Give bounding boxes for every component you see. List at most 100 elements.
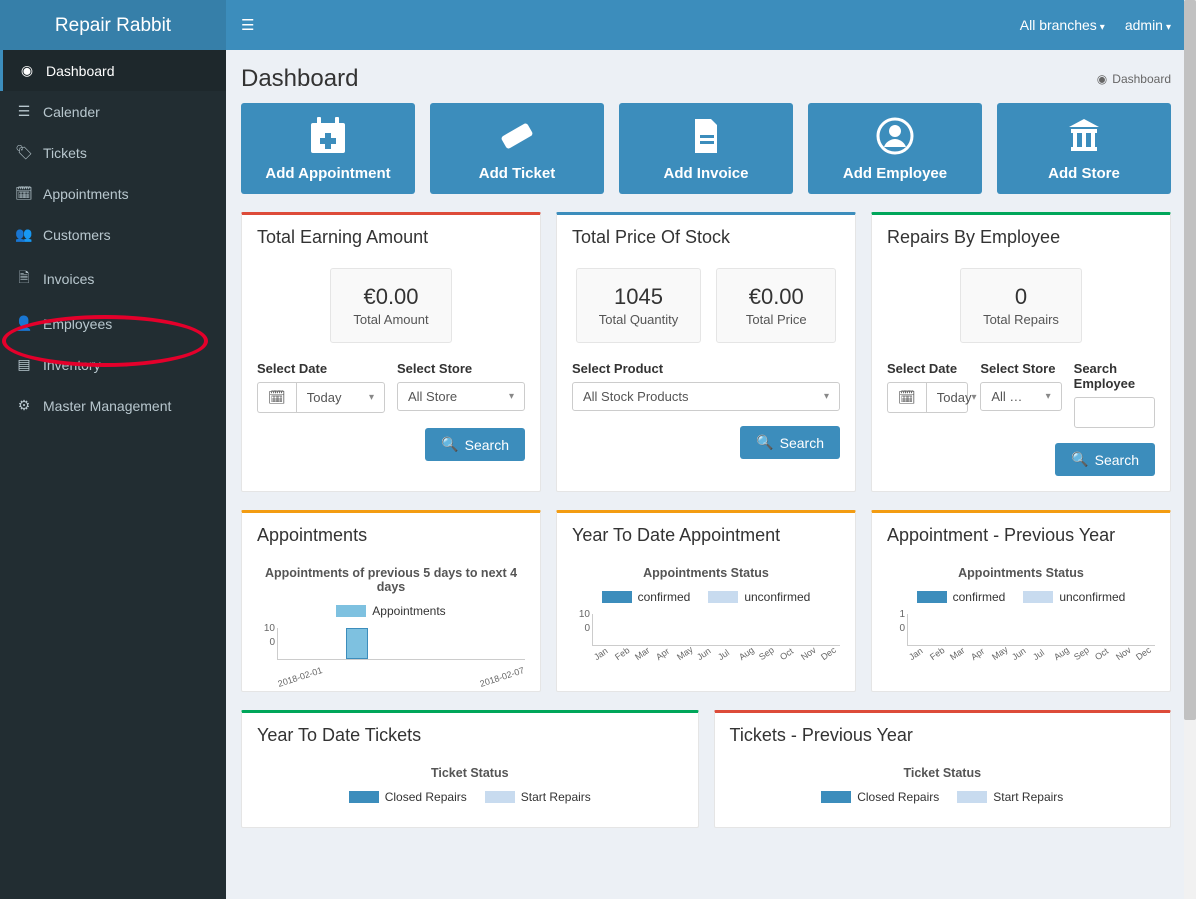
nav-employees[interactable]: 👤 Employees — [0, 303, 226, 344]
store-select[interactable]: All …▾ — [980, 382, 1061, 411]
user-add-icon — [808, 113, 982, 163]
list-icon: ☰ — [15, 103, 33, 120]
nav-label: Calender — [43, 104, 100, 120]
y-axis: 10 — [891, 608, 905, 636]
ytd-appt-chart: 100 JanFebMarAprMayJunJulAugSepOctNovDec — [592, 612, 840, 662]
add-employee-button[interactable]: Add Employee — [808, 103, 982, 194]
nav-label: Appointments — [43, 186, 129, 202]
stat-total-repairs: 0 Total Repairs — [960, 268, 1082, 343]
calendar-plus-icon — [241, 113, 415, 163]
user-circle-icon: 👤 — [15, 315, 33, 332]
toggle-sidebar-button[interactable]: ☰ — [241, 16, 254, 34]
chevron-down-icon: ▾ — [824, 391, 829, 402]
dashboard-icon: ◉ — [1097, 72, 1107, 86]
legend-swatch — [602, 591, 632, 603]
card-ytd-appointment: Year To Date Appointment Appointments St… — [556, 510, 856, 692]
box-icon: ▤ — [15, 356, 33, 373]
search-button[interactable]: 🔍Search — [1055, 443, 1155, 476]
action-label: Add Invoice — [663, 165, 748, 182]
add-invoice-button[interactable]: Add Invoice — [619, 103, 793, 194]
nav-customers[interactable]: 👥Customers — [0, 214, 226, 255]
legend-swatch — [485, 791, 515, 803]
nav-tickets[interactable]: 🏷Tickets — [0, 132, 226, 173]
nav-label: Inventory — [43, 357, 101, 373]
nav-invoices[interactable]: 🗎Invoices — [0, 255, 226, 303]
card-title: Year To Date Appointment — [557, 513, 855, 558]
legend-closed: Closed Repairs — [821, 790, 939, 804]
card-total-earning: Total Earning Amount €0.00 Total Amount … — [241, 212, 541, 492]
store-icon — [997, 113, 1171, 163]
action-label: Add Appointment — [265, 165, 390, 182]
chevron-down-icon: ▾ — [509, 391, 514, 402]
search-button[interactable]: 🔍Search — [425, 428, 525, 461]
branch-label: All branches — [1020, 17, 1097, 33]
nav-inventory[interactable]: ▤ Inventory — [0, 344, 226, 385]
store-select[interactable]: All Store▾ — [397, 382, 525, 411]
card-appointments: Appointments Appointments of previous 5 … — [241, 510, 541, 692]
legend-swatch — [917, 591, 947, 603]
card-title: Appointments — [242, 513, 540, 558]
card-title: Repairs By Employee — [872, 215, 1170, 260]
action-label: Add Store — [1048, 165, 1120, 182]
add-ticket-button[interactable]: Add Ticket — [430, 103, 604, 194]
date-label: Select Date — [257, 361, 385, 376]
card-title: Total Earning Amount — [242, 215, 540, 260]
card-title: Appointment - Previous Year — [872, 513, 1170, 558]
store-label: Select Store — [980, 361, 1061, 376]
nav-label: Employees — [43, 316, 112, 332]
action-label: Add Ticket — [479, 165, 555, 182]
card-title: Tickets - Previous Year — [715, 713, 1171, 758]
stat-total-qty: 1045 Total Quantity — [576, 268, 702, 343]
branch-dropdown[interactable]: All branches▾ — [1020, 17, 1105, 33]
search-icon: 🔍 — [441, 436, 458, 453]
sidebar: Repair Rabbit ◉ Dashboard ☰ Calender 🏷Tick… — [0, 0, 226, 899]
scrollbar-thumb[interactable] — [1184, 0, 1196, 720]
breadcrumb: ◉Dashboard — [1097, 72, 1171, 86]
dashboard-icon: ◉ — [18, 62, 36, 79]
calendar-icon[interactable]: 🗓 — [257, 382, 296, 413]
card-repairs-employee: Repairs By Employee 0 Total Repairs Sele… — [871, 212, 1171, 492]
invoice-icon — [619, 113, 793, 163]
card-prev-tickets: Tickets - Previous Year Ticket Status Cl… — [714, 710, 1172, 828]
calendar-icon: 🗓 — [15, 185, 33, 202]
user-label: admin — [1125, 17, 1163, 33]
search-button[interactable]: 🔍Search — [740, 426, 840, 459]
chart-subtitle: Appointments Status — [887, 558, 1155, 580]
nav-appointments[interactable]: 🗓 Appointments — [0, 173, 226, 214]
add-appointment-button[interactable]: Add Appointment — [241, 103, 415, 194]
add-store-button[interactable]: Add Store — [997, 103, 1171, 194]
brand-logo[interactable]: Repair Rabbit — [0, 0, 226, 50]
calendar-icon[interactable]: 🗓 — [887, 382, 926, 413]
product-select[interactable]: All Stock Products▾ — [572, 382, 840, 411]
card-title: Year To Date Tickets — [242, 713, 698, 758]
content-header: Dashboard ◉Dashboard — [226, 50, 1186, 103]
legend-start: Start Repairs — [957, 790, 1063, 804]
y-axis: 100 — [261, 622, 275, 650]
page-title: Dashboard — [241, 65, 358, 93]
nav-calender[interactable]: ☰ Calender — [0, 91, 226, 132]
product-label: Select Product — [572, 361, 840, 376]
top-bar: ☰ All branches▾ admin▾ — [226, 0, 1186, 50]
chevron-down-icon: ▾ — [1166, 22, 1171, 33]
scrollbar[interactable] — [1184, 0, 1196, 899]
legend-swatch — [957, 791, 987, 803]
chevron-down-icon: ▾ — [1100, 22, 1105, 33]
cogs-icon: ⚙ — [15, 397, 33, 414]
chart-subtitle: Appointments of previous 5 days to next … — [257, 558, 525, 594]
quick-actions: Add Appointment Add Ticket Add Invoice — [241, 103, 1171, 194]
nav-label: Dashboard — [46, 63, 115, 79]
user-dropdown[interactable]: admin▾ — [1125, 17, 1171, 33]
nav-master-management[interactable]: ⚙Master Management — [0, 385, 226, 426]
legend-swatch — [708, 591, 738, 603]
date-select[interactable]: Today▾ — [926, 382, 969, 413]
nav-label: Customers — [43, 227, 111, 243]
card-prev-appointment: Appointment - Previous Year Appointments… — [871, 510, 1171, 692]
date-select[interactable]: Today▾ — [296, 382, 385, 413]
card-total-stock: Total Price Of Stock 1045 Total Quantity… — [556, 212, 856, 492]
ticket-icon — [430, 113, 604, 163]
legend-unconfirmed: unconfirmed — [1023, 590, 1125, 604]
nav-dashboard[interactable]: ◉ Dashboard — [0, 50, 226, 91]
legend-swatch — [1023, 591, 1053, 603]
date-label: Select Date — [887, 361, 968, 376]
employee-input[interactable] — [1074, 397, 1155, 428]
